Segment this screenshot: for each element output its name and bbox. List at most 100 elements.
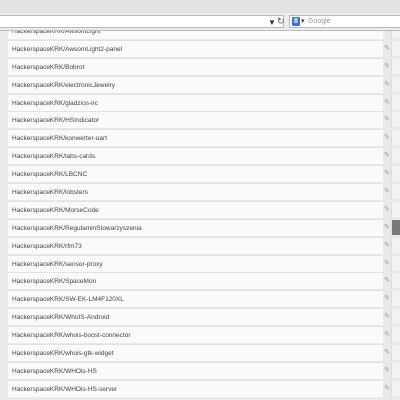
row-toggle-button[interactable]	[391, 345, 400, 361]
row-toggle-button[interactable]	[391, 112, 400, 128]
row-toggle-button[interactable]	[391, 291, 400, 307]
repository-row[interactable]: HackerspaceKRK/Bobrot	[8, 57, 383, 75]
pencil-icon[interactable]: ✎	[384, 330, 390, 339]
list-item: HackerspaceKRK/whois-gtk-widget ✎	[0, 344, 400, 362]
repository-row[interactable]: HackerspaceKRK/MorseCode	[8, 200, 383, 218]
row-toggle-button[interactable]	[391, 255, 400, 271]
repository-name[interactable]: HackerspaceKRK/AwsomLight	[12, 31, 100, 37]
row-toggle-button[interactable]	[391, 58, 400, 74]
url-dropdown-icon[interactable]: ▼	[268, 17, 276, 28]
pencil-icon[interactable]: ✎	[384, 31, 390, 35]
pencil-icon[interactable]: ✎	[384, 241, 390, 250]
pencil-icon[interactable]: ✎	[384, 115, 390, 124]
pencil-icon[interactable]: ✎	[384, 366, 390, 375]
list-item: HackerspaceKRK/whois-boost-connector ✎	[0, 326, 400, 344]
row-toggle-button[interactable]	[391, 166, 400, 182]
pencil-icon[interactable]: ✎	[384, 44, 390, 53]
pencil-icon[interactable]: ✎	[384, 187, 390, 196]
pencil-icon[interactable]: ✎	[384, 80, 390, 89]
repository-name[interactable]: HackerspaceKRK/whois-boost-connector	[12, 330, 131, 341]
row-toggle-button[interactable]	[391, 148, 400, 164]
repository-name[interactable]: HackerspaceKRK/sensor-proxy	[12, 259, 103, 270]
row-toggle-button[interactable]	[391, 237, 400, 253]
repository-name[interactable]: HackerspaceKRK/WHOis-HS-server	[12, 384, 117, 395]
pencil-icon[interactable]: ✎	[384, 98, 390, 107]
pencil-icon[interactable]: ✎	[384, 294, 390, 303]
search-engine-icon[interactable]: 8	[292, 17, 300, 26]
row-toggle-button[interactable]	[391, 327, 400, 343]
pencil-icon[interactable]: ✎	[384, 62, 390, 71]
list-item: HackerspaceKRK/SpaceMon ✎	[0, 272, 400, 290]
repository-row[interactable]: HackerspaceKRK/konwerter-uart	[8, 129, 383, 147]
repository-row[interactable]: HackerspaceKRK/WHOis-HS	[8, 361, 383, 379]
list-item: HackerspaceKRK/AwsomLight ✎	[0, 31, 400, 40]
repository-row[interactable]: HackerspaceKRK/whois-boost-connector	[8, 326, 383, 344]
pencil-icon[interactable]: ✎	[384, 205, 390, 214]
list-item: HackerspaceKRK/konwerter-uart ✎	[0, 129, 400, 147]
reload-icon[interactable]: ↻	[277, 16, 285, 27]
repository-row[interactable]: HackerspaceKRK/labs-cards	[8, 147, 383, 165]
list-item: HackerspaceKRK/AwsomLight2-panel ✎	[0, 39, 400, 58]
window-top-strip	[0, 0, 400, 14]
row-toggle-button[interactable]	[391, 130, 400, 146]
list-item: HackerspaceKRK/lobsters ✎	[0, 183, 400, 201]
repository-name[interactable]: HackerspaceKRK/konwerter-uart	[12, 133, 107, 144]
row-toggle-button[interactable]	[391, 76, 400, 92]
pencil-icon[interactable]: ✎	[384, 259, 390, 268]
repository-name[interactable]: HackerspaceKRK/lobsters	[12, 187, 88, 198]
list-item: HackerspaceKRK/HSIndicator ✎	[0, 111, 400, 129]
repository-name[interactable]: HackerspaceKRK/gladzios-irc	[12, 98, 98, 109]
repository-row[interactable]: HackerspaceKRK/RegulaminStowarzyszenia	[8, 218, 383, 236]
pencil-icon[interactable]: ✎	[384, 276, 390, 285]
row-toggle-button[interactable]	[391, 380, 400, 396]
repository-row[interactable]: HackerspaceKRK/WhoIS-Android	[8, 308, 383, 326]
repository-name[interactable]: HackerspaceKRK/WHOis-HS	[12, 366, 97, 377]
pencil-icon[interactable]: ✎	[384, 133, 390, 142]
repository-row[interactable]: HackerspaceKRK/AwsomLight	[8, 31, 383, 39]
row-toggle-button[interactable]	[391, 273, 400, 289]
row-toggle-button[interactable]	[391, 219, 400, 235]
repository-name[interactable]: HackerspaceKRK/Bobrot	[12, 62, 84, 73]
row-toggle-button[interactable]	[391, 362, 400, 378]
pencil-icon[interactable]: ✎	[384, 384, 390, 393]
pencil-icon[interactable]: ✎	[384, 151, 390, 160]
repository-row[interactable]: HackerspaceKRK/gladzios-irc	[8, 93, 383, 111]
search-bar[interactable]: 8 ▾ Google	[289, 15, 400, 28]
repository-row[interactable]: HackerspaceKRK/SpaceMon	[8, 272, 383, 290]
repository-row[interactable]: HackerspaceKRK/whois-gtk-widget	[8, 344, 383, 362]
repository-name[interactable]: HackerspaceKRK/SpaceMon	[12, 276, 96, 287]
repository-row[interactable]: HackerspaceKRK/rfm73	[8, 236, 383, 254]
repository-name[interactable]: HackerspaceKRK/LBCNC	[12, 169, 87, 180]
repository-name[interactable]: HackerspaceKRK/HSIndicator	[12, 115, 99, 126]
repository-row[interactable]: HackerspaceKRK/LBCNC	[8, 165, 383, 183]
row-toggle-button[interactable]	[391, 201, 400, 217]
repository-row[interactable]: HackerspaceKRK/HSIndicator	[8, 111, 383, 129]
repository-row[interactable]: HackerspaceKRK/WHOis-HS-server	[8, 379, 383, 397]
row-toggle-button[interactable]	[391, 40, 400, 56]
repository-name[interactable]: HackerspaceKRK/WhoIS-Android	[12, 312, 109, 323]
search-engine-dropdown-icon[interactable]: ▾	[301, 16, 305, 27]
search-input[interactable]: Google	[308, 16, 331, 27]
repository-row[interactable]: HackerspaceKRK/AwsomLight2-panel	[8, 39, 383, 57]
repository-row[interactable]: HackerspaceKRK/electronicJewelry	[8, 75, 383, 93]
repository-row[interactable]: HackerspaceKRK/sensor-proxy	[8, 254, 383, 272]
pencil-icon[interactable]: ✎	[384, 169, 390, 178]
repository-row[interactable]: HackerspaceKRK/lobsters	[8, 183, 383, 201]
pencil-icon[interactable]: ✎	[384, 223, 390, 232]
repository-name[interactable]: HackerspaceKRK/electronicJewelry	[12, 80, 115, 91]
repository-name[interactable]: HackerspaceKRK/MorseCode	[12, 205, 99, 216]
repository-name[interactable]: HackerspaceKRK/labs-cards	[12, 151, 95, 162]
row-toggle-button[interactable]	[391, 309, 400, 325]
url-bar[interactable]: ▼ ↻	[0, 15, 285, 28]
row-toggle-button[interactable]	[391, 31, 400, 38]
pencil-icon[interactable]: ✎	[384, 348, 390, 357]
repository-row[interactable]: HackerspaceKRK/SW-EK-LM4F120XL	[8, 290, 383, 308]
repository-name[interactable]: HackerspaceKRK/AwsomLight2-panel	[12, 44, 122, 55]
repository-name[interactable]: HackerspaceKRK/whois-gtk-widget	[12, 348, 114, 359]
repository-name[interactable]: HackerspaceKRK/rfm73	[12, 241, 82, 252]
row-toggle-button[interactable]	[391, 184, 400, 200]
row-toggle-button[interactable]	[391, 94, 400, 110]
repository-name[interactable]: HackerspaceKRK/SW-EK-LM4F120XL	[12, 294, 124, 305]
repository-name[interactable]: HackerspaceKRK/RegulaminStowarzyszenia	[12, 223, 142, 234]
pencil-icon[interactable]: ✎	[384, 312, 390, 321]
